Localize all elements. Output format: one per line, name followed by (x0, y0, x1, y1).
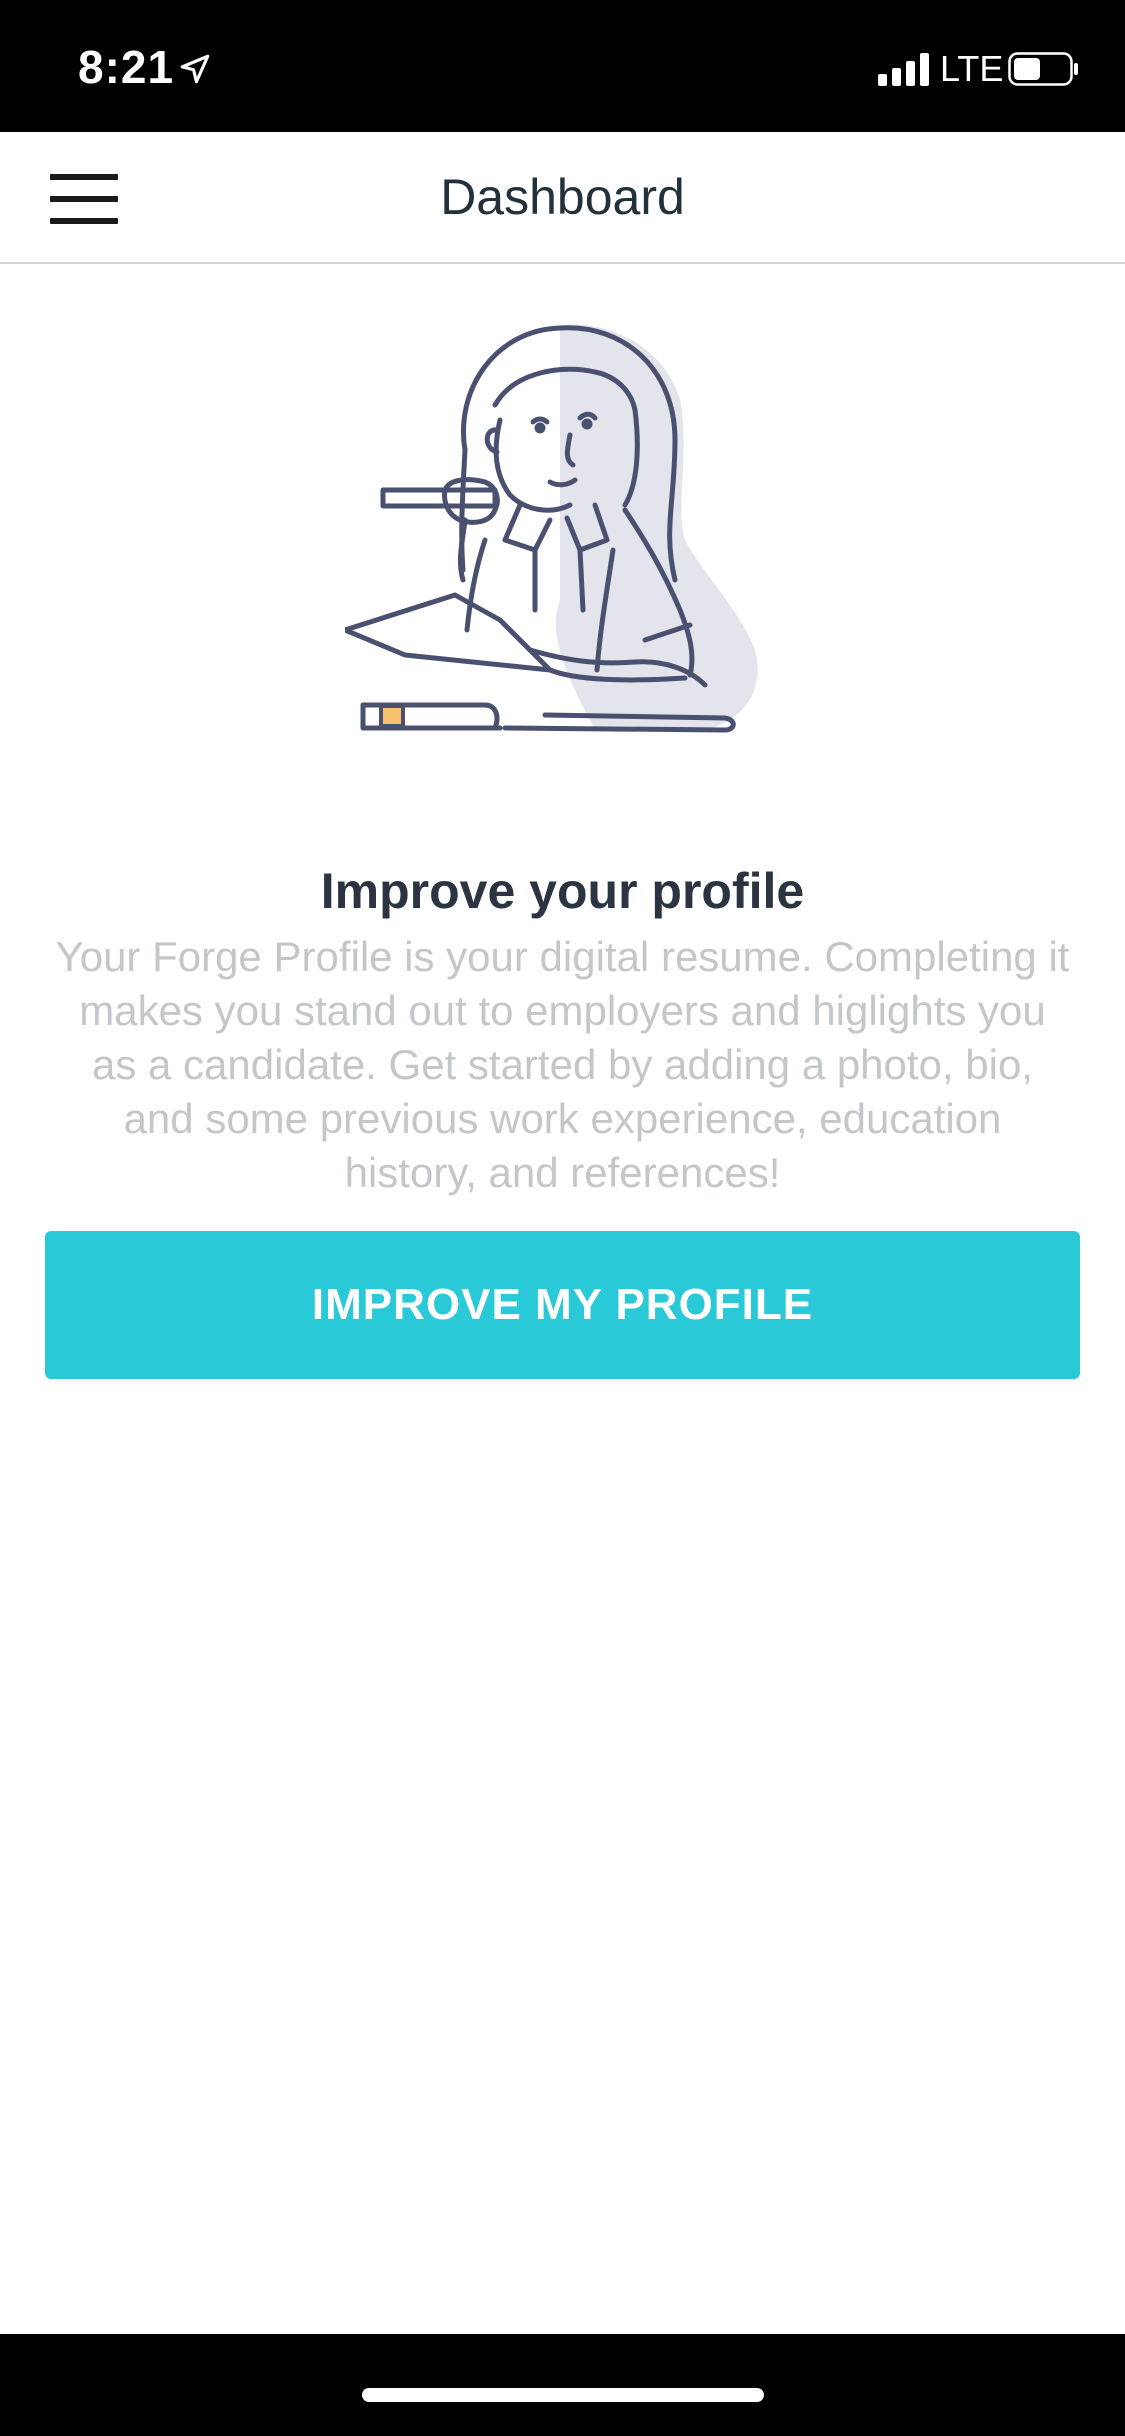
status-bar: 8:21 LTE (0, 0, 1125, 132)
network-type-label: LTE (940, 48, 1004, 89)
battery-icon (1008, 52, 1078, 86)
app-header: Dashboard (0, 132, 1125, 264)
profile-prompt-title: Improve your profile (320, 863, 805, 919)
home-bar-area (0, 2334, 1125, 2436)
signal-bars-icon (878, 53, 929, 86)
home-indicator[interactable] (362, 2388, 764, 2402)
location-arrow-icon (180, 54, 210, 84)
dashboard-screen: 8:21 LTE Dashboard Improve your profile … (0, 0, 1125, 2436)
profile-prompt-description: Your Forge Profile is your digital resum… (55, 933, 1070, 1196)
woman-thinking-illustration (345, 324, 758, 733)
improve-profile-button[interactable]: IMPROVE MY PROFILE (45, 1231, 1080, 1379)
page-title: Dashboard (440, 169, 685, 225)
status-time: 8:21 (78, 41, 175, 93)
